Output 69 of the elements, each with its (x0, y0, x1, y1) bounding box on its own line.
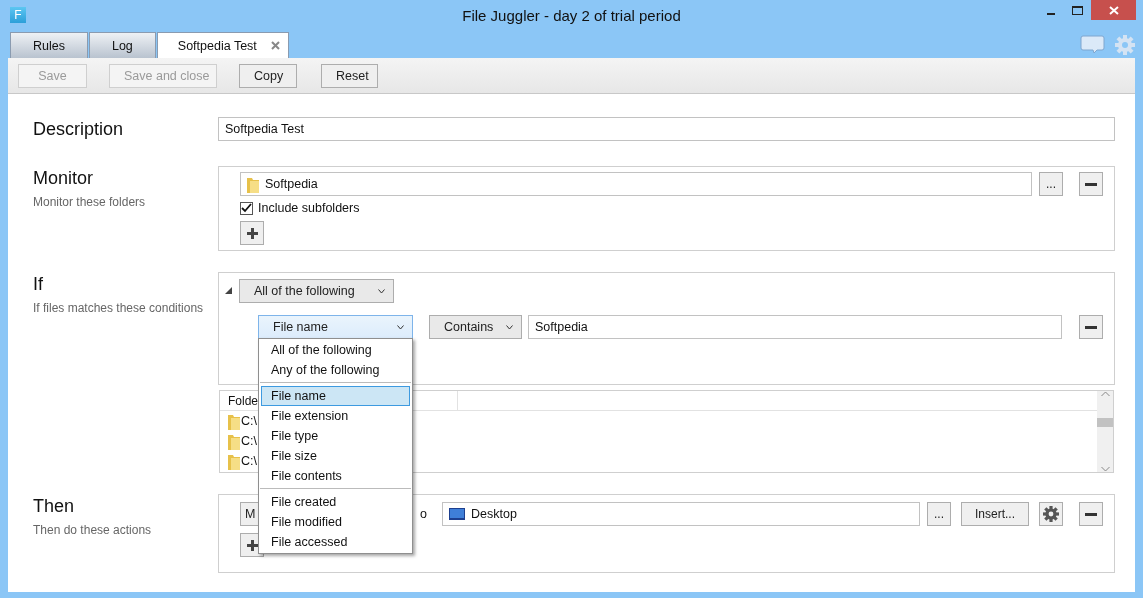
gear-icon (1043, 506, 1059, 522)
value-field[interactable]: Softpedia (528, 315, 1062, 339)
plus-icon (246, 227, 258, 239)
connector-text: o (420, 507, 428, 521)
browse-button[interactable]: ... (1039, 172, 1063, 196)
table-cell: C:\ (241, 434, 257, 448)
section-label: Then (33, 496, 76, 517)
section-label: Monitor (33, 168, 95, 189)
tab[interactable]: Log (88, 32, 156, 58)
section-label: If (33, 274, 44, 295)
folder-icon (228, 452, 240, 470)
folder-icon (247, 175, 259, 193)
description-field[interactable]: Softpedia Test (218, 117, 1115, 141)
menu-item[interactable]: File contents (261, 466, 410, 486)
menu-item[interactable]: File extension (261, 406, 410, 426)
scrollbar-thumb[interactable] (1097, 418, 1113, 427)
browse-button[interactable]: ... (927, 502, 951, 526)
expander-icon[interactable] (225, 287, 233, 295)
menu-item[interactable]: File size (261, 446, 410, 466)
minus-icon (1085, 325, 1097, 329)
target-name: Desktop (471, 507, 517, 521)
menu-item[interactable]: File accessed (261, 532, 410, 552)
close-button[interactable] (1091, 0, 1136, 20)
minus-icon (1085, 512, 1097, 516)
maximize-icon (1072, 5, 1083, 15)
folder-name: Softpedia (265, 177, 318, 191)
scrollbar[interactable] (1097, 391, 1113, 472)
section-hint: Monitor these folders (33, 195, 147, 209)
remove-button[interactable] (1079, 315, 1103, 339)
caret-icon (378, 288, 385, 294)
monitor-icon (449, 508, 465, 520)
add-button[interactable] (240, 221, 264, 245)
section-hint: If files matches these conditions (33, 301, 205, 315)
section-label: Description (33, 119, 125, 141)
table-cell: C:\ (241, 414, 257, 428)
settings-button[interactable] (1039, 502, 1063, 526)
table-cell: C:\ (241, 454, 257, 468)
minimize-icon (1046, 12, 1055, 15)
folder-icon (228, 432, 240, 450)
section-hint: Then do these actions (33, 523, 153, 537)
folder-icon (228, 412, 240, 430)
insert-button[interactable]: Insert... (961, 502, 1029, 526)
menu-item[interactable]: File type (261, 426, 410, 446)
toolbar-button[interactable]: Copy (239, 63, 297, 88)
tab[interactable]: Softpedia Test (156, 32, 289, 58)
minus-icon (1085, 182, 1097, 186)
menu-item[interactable]: All of the following (261, 340, 410, 360)
close-icon[interactable] (270, 41, 280, 50)
app-icon: F (10, 7, 26, 23)
remove-button[interactable] (1079, 502, 1103, 526)
toolbar-button[interactable]: Reset (321, 63, 378, 88)
menu-item[interactable]: File created (261, 492, 410, 512)
match-dropdown[interactable]: All of the following (239, 279, 394, 303)
operator-dropdown[interactable]: Contains (429, 315, 522, 339)
window-title: File Juggler - day 2 of trial period (462, 7, 681, 24)
menu-item[interactable]: Any of the following (261, 360, 410, 380)
folder-field[interactable]: Softpedia (240, 172, 1032, 196)
close-icon (1108, 5, 1119, 15)
plus-icon (246, 539, 258, 551)
checkbox[interactable] (240, 201, 253, 215)
checkbox-label: Include subfolders (258, 201, 360, 215)
menu-item[interactable]: File name (261, 386, 410, 406)
remove-button[interactable] (1079, 172, 1103, 196)
caret-icon (397, 324, 404, 330)
tab[interactable]: Rules (10, 32, 88, 58)
property-dropdown[interactable]: File name (258, 315, 413, 339)
target-field[interactable]: Desktop (442, 502, 920, 526)
menu-item[interactable]: File modified (261, 512, 410, 532)
caret-icon (506, 324, 513, 330)
